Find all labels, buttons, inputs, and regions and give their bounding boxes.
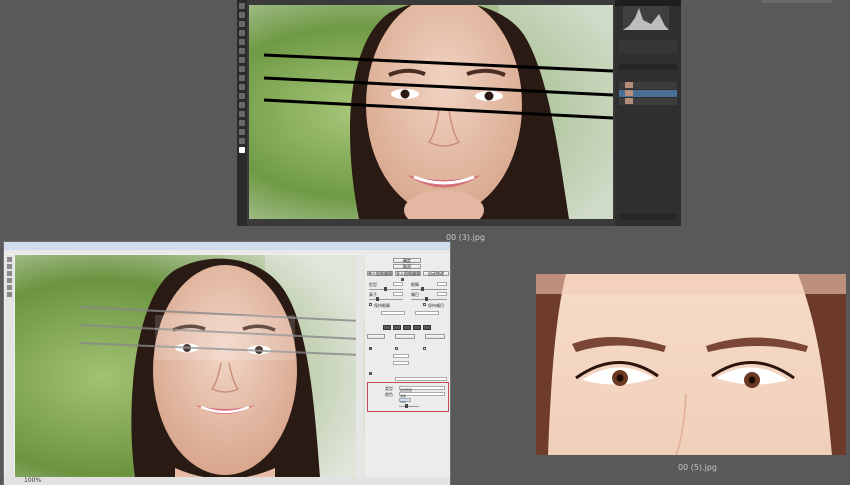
checkbox-label: 保持嘴巴 — [428, 303, 444, 308]
auto-edit-button[interactable]: 自动修改 — [423, 271, 449, 276]
eraser-tool-icon[interactable] — [239, 93, 245, 99]
tool-bar[interactable] — [237, 0, 247, 226]
multi-edit-button[interactable]: 多人图像编辑 — [395, 271, 421, 276]
slider-value-field[interactable] — [393, 292, 403, 296]
next-icon[interactable] — [413, 325, 421, 330]
slider-value-field[interactable] — [393, 282, 403, 286]
select-tool-icon[interactable] — [7, 271, 12, 276]
plugin-canvas[interactable] — [15, 255, 365, 477]
plugin-title-bar[interactable] — [4, 242, 450, 250]
ok-button[interactable]: 确定 — [393, 258, 421, 263]
checkbox[interactable] — [369, 347, 372, 350]
zoom-level: 100% — [24, 477, 42, 484]
control-panel: 确定 取消 单人图像编辑 多人图像编辑 自动修改 脸型 眼睛 鼻子 嘴巴 保持眼… — [365, 255, 450, 477]
stop-icon[interactable] — [403, 325, 411, 330]
select-field[interactable] — [395, 377, 447, 381]
photoshop-window — [237, 0, 681, 226]
lasso-tool-icon[interactable] — [239, 21, 245, 27]
opacity-slider[interactable] — [399, 406, 419, 407]
cancel-button[interactable]: 取消 — [393, 264, 421, 269]
option-button[interactable] — [425, 334, 445, 339]
option-button[interactable] — [395, 334, 415, 339]
color-swatch-icon[interactable] — [239, 147, 245, 153]
text-tool-icon[interactable] — [239, 138, 245, 144]
crop-tool-icon[interactable] — [239, 39, 245, 45]
option-button[interactable] — [367, 334, 385, 339]
input-field[interactable] — [415, 311, 439, 315]
plugin-tool-bar[interactable] — [5, 255, 14, 477]
result-image-caption: 00 (5).jpg — [678, 463, 717, 472]
slider-label: 嘴巴 — [411, 292, 419, 297]
gradient-tool-icon[interactable] — [239, 102, 245, 108]
slider-track[interactable] — [411, 289, 447, 290]
undo-tool-icon[interactable] — [7, 292, 12, 297]
stamp-tool-icon[interactable] — [239, 75, 245, 81]
input-field[interactable] — [393, 354, 409, 358]
top-image-caption: 00 (3).jpg — [446, 233, 485, 242]
plugin-window: 确定 取消 单人图像编辑 多人图像编辑 自动修改 脸型 眼睛 鼻子 嘴巴 保持眼… — [3, 241, 451, 485]
marquee-tool-icon[interactable] — [239, 12, 245, 18]
heal-tool-icon[interactable] — [239, 57, 245, 63]
layer-row-selected[interactable] — [619, 90, 677, 97]
result-image — [536, 274, 846, 455]
checkbox[interactable] — [423, 303, 426, 306]
checkbox[interactable] — [401, 278, 404, 281]
dropdown-label: 颜色 — [385, 392, 393, 397]
input-field[interactable] — [393, 361, 409, 365]
right-panels — [615, 0, 681, 226]
layer-row[interactable] — [619, 82, 677, 89]
slider-track[interactable] — [411, 299, 447, 300]
wand-tool-icon[interactable] — [239, 30, 245, 36]
histogram-panel — [623, 6, 669, 30]
slider-track[interactable] — [369, 299, 403, 300]
slider-knob[interactable] — [405, 404, 408, 408]
pen-tool-icon[interactable] — [239, 129, 245, 135]
layer-actions-bar[interactable] — [619, 214, 677, 220]
slider-knob[interactable] — [384, 287, 387, 291]
checkbox[interactable] — [423, 347, 426, 350]
prev-icon[interactable] — [383, 325, 391, 330]
point-tool-icon[interactable] — [7, 278, 12, 283]
slider-knob[interactable] — [425, 297, 428, 301]
opacity-field[interactable]: 100 — [399, 398, 411, 404]
checkbox[interactable] — [395, 347, 398, 350]
line-tool-icon[interactable] — [7, 285, 12, 290]
plugin-menu-bar[interactable] — [4, 250, 450, 254]
slider-label: 脸型 — [369, 282, 377, 287]
color-dropdown[interactable]: 深色 — [399, 392, 445, 398]
blur-tool-icon[interactable] — [239, 111, 245, 117]
checkbox-label: 保持眼睛 — [374, 303, 390, 308]
checkbox[interactable] — [369, 303, 372, 306]
vertical-scrollbar[interactable] — [356, 255, 363, 477]
checkbox[interactable] — [369, 372, 372, 375]
history-brush-icon[interactable] — [239, 84, 245, 90]
slider-knob[interactable] — [421, 287, 424, 291]
status-bar: 100% — [4, 477, 450, 485]
brush-tool-icon[interactable] — [239, 66, 245, 72]
move-tool-icon[interactable] — [239, 3, 245, 9]
slider-label: 眼睛 — [411, 282, 419, 287]
layer-row[interactable] — [619, 98, 677, 105]
top-right-bar — [762, 0, 832, 4]
eyedropper-tool-icon[interactable] — [239, 48, 245, 54]
dodge-tool-icon[interactable] — [239, 120, 245, 126]
zoom-tool-icon[interactable] — [7, 264, 12, 269]
slider-value-field[interactable] — [437, 282, 447, 286]
input-field[interactable] — [381, 311, 405, 315]
single-edit-button[interactable]: 单人图像编辑 — [367, 271, 393, 276]
adjustments-panel[interactable] — [619, 40, 677, 54]
end-icon[interactable] — [423, 325, 431, 330]
document-canvas[interactable] — [249, 5, 613, 219]
slider-value-field[interactable] — [437, 292, 447, 296]
slider-knob[interactable] — [376, 297, 379, 301]
play-icon[interactable] — [393, 325, 401, 330]
hand-tool-icon[interactable] — [7, 257, 12, 262]
type-dropdown[interactable]: 自然眉型 — [399, 386, 445, 392]
layers-panel-header — [619, 64, 677, 70]
